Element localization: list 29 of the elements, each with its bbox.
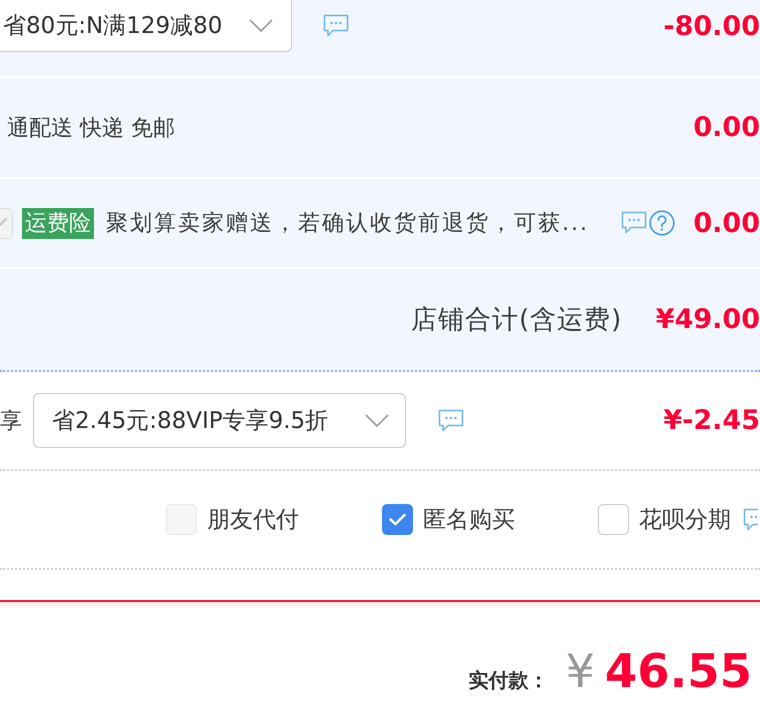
chat-icon[interactable] (323, 14, 349, 38)
insurance-amount: 0.00 (693, 210, 760, 236)
chevron-icon (365, 414, 389, 427)
chat-icon[interactable] (620, 211, 647, 235)
chevron-icon (249, 19, 273, 32)
vip-discount-select[interactable]: 省2.45元:88VIP专享9.5折 (33, 393, 406, 448)
tick-icon (389, 513, 406, 526)
help-icon[interactable] (648, 210, 675, 236)
payment-label: 实付款： (468, 670, 549, 690)
shop-total-amount: ¥49.00 (656, 306, 760, 333)
shipping-method: 通配送 快递 免邮 (7, 114, 175, 142)
insurance-tag: 运费险 (22, 208, 94, 238)
checkbox[interactable] (598, 504, 629, 535)
tick-icon (0, 218, 7, 228)
currency-symbol: ¥ (566, 648, 595, 694)
payment-amount: 46.55 (604, 648, 752, 694)
vip-label: 享 (0, 408, 22, 436)
checkbox[interactable] (382, 504, 413, 535)
shipping-amount: 0.00 (693, 114, 760, 141)
discount-amount: -80.00 (663, 12, 760, 40)
discount-select[interactable]: 省80元:N满129减80 (0, 0, 292, 52)
vip-discount-amount: ¥-2.45 (663, 407, 760, 434)
shop-total-label: 店铺合计(含运费) (411, 304, 622, 337)
option-label: 匿名购买 (423, 506, 515, 535)
chat-icon[interactable] (438, 408, 464, 432)
option-label: 花呗分期 (639, 506, 731, 535)
chat-icon[interactable] (743, 508, 758, 532)
insurance-description: 聚划算卖家赠送，若确认收货前退货，可获... (106, 210, 589, 238)
option-label: 朋友代付 (207, 506, 299, 535)
